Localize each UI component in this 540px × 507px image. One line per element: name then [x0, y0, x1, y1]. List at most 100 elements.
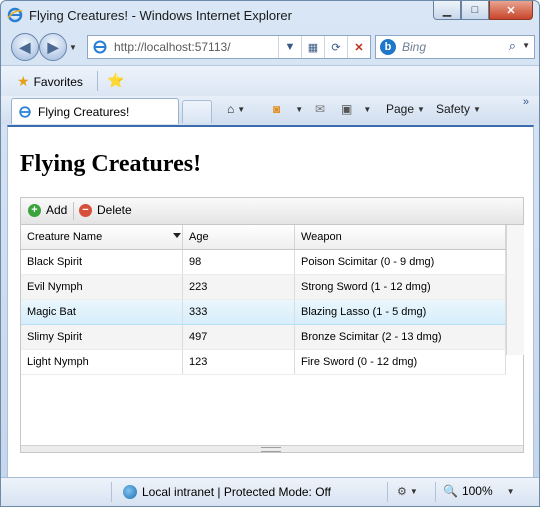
zoom-control[interactable]: 🔍 100% ▼ [443, 484, 515, 498]
status-separator [387, 482, 388, 502]
stop-icon[interactable]: ✕ [347, 36, 370, 58]
column-header-weapon[interactable]: Weapon [295, 225, 506, 249]
mail-icon: ✉ [315, 102, 326, 116]
table-row-selected[interactable]: Magic Bat 333 Blazing Lasso (1 - 5 dmg) [21, 300, 506, 325]
weapon-cell[interactable]: Blazing Lasso (1 - 5 dmg) [295, 300, 506, 324]
search-placeholder[interactable]: Bing [402, 40, 426, 54]
home-icon: ⌂ [227, 102, 235, 116]
search-icon[interactable]: ⌕ [509, 38, 516, 54]
status-separator [111, 482, 112, 502]
creature-name-cell[interactable]: Evil Nymph [21, 275, 183, 299]
forward-button[interactable]: ▶ [39, 33, 67, 61]
read-mail-button[interactable]: ✉ [315, 102, 325, 116]
creature-grid: + Add − Delete Creature Name Age Weapon … [20, 197, 524, 453]
local-intranet-icon [123, 485, 137, 499]
weapon-cell[interactable]: Strong Sword (1 - 12 dmg) [295, 275, 506, 299]
status-bar: Local intranet | Protected Mode: Off ⚙ ▼… [1, 477, 539, 506]
safety-dropdown-icon: ▼ [473, 104, 481, 114]
creature-name-cell[interactable]: Slimy Spirit [21, 325, 183, 349]
creature-name-cell[interactable]: Black Spirit [21, 250, 183, 274]
page-content: Flying Creatures! + Add − Delete Creatur… [7, 125, 534, 477]
security-zone[interactable]: Local intranet | Protected Mode: Off [123, 485, 331, 499]
print-dropdown-icon[interactable]: ▼ [363, 105, 371, 114]
table-row[interactable]: Black Spirit 98 Poison Scimitar (0 - 9 d… [21, 250, 506, 275]
table-row[interactable]: Light Nymph 123 Fire Sword (0 - 12 dmg) [21, 350, 506, 375]
grid-toolbar: + Add − Delete [21, 198, 523, 225]
tab-flying-creatures[interactable]: Flying Creatures! [11, 98, 179, 124]
add-ons-icon: ⚙ [397, 486, 407, 498]
print-icon: ▣ [341, 102, 353, 116]
new-tab-button[interactable] [182, 100, 212, 123]
zoom-level: 100% [461, 484, 493, 498]
tab-page-icon [19, 105, 31, 118]
weapon-cell[interactable]: Fire Sword (0 - 12 dmg) [295, 350, 506, 374]
page-menu-label: Page [386, 102, 415, 116]
compatibility-view-icon[interactable]: ▦ [301, 36, 324, 58]
favorites-button[interactable]: ★ Favorites [17, 73, 83, 90]
browser-window: Flying Creatures! - Windows Internet Exp… [0, 0, 540, 507]
creature-name-cell[interactable]: Light Nymph [21, 350, 183, 374]
title-bar: Flying Creatures! - Windows Internet Exp… [1, 1, 539, 29]
home-dropdown-icon[interactable]: ▼ [237, 105, 245, 114]
maximize-button[interactable]: □ [461, 1, 489, 20]
close-button[interactable]: ✕ [489, 1, 533, 20]
recent-pages-dropdown[interactable]: ▼ [69, 43, 77, 52]
add-to-favorites-bar-icon[interactable]: ⭐ [107, 72, 124, 89]
safety-menu-label: Safety [436, 102, 471, 116]
rss-feed-icon: ◙ [273, 102, 281, 116]
age-cell[interactable]: 497 [183, 325, 295, 349]
ie-logo-icon [7, 7, 23, 23]
column-header-age[interactable]: Age [183, 225, 295, 249]
age-cell[interactable]: 223 [183, 275, 295, 299]
age-cell[interactable]: 333 [183, 300, 295, 324]
minimize-button[interactable]: ▁ [433, 1, 461, 20]
search-box[interactable]: b Bing ⌕ ▼ [375, 35, 535, 59]
add-icon: + [28, 203, 41, 217]
navigation-bar: ◀ ▶ ▼ http://localhost:57113/ ▼ ▦ ⟳ ✕ b … [1, 31, 539, 63]
favorites-bar: ★ Favorites ⭐ [1, 65, 539, 96]
delete-button-label: Delete [97, 203, 132, 217]
address-text[interactable]: http://localhost:57113/ [114, 40, 231, 54]
zoom-dropdown-icon: ▼ [506, 486, 515, 496]
page-dropdown-icon: ▼ [417, 104, 425, 114]
column-header-creature-name[interactable]: Creature Name [21, 225, 183, 249]
print-button[interactable]: ▣ ▼ [341, 102, 371, 116]
search-options-dropdown[interactable]: ▼ [522, 41, 530, 50]
add-button[interactable]: + Add [28, 203, 67, 217]
feeds-button[interactable]: ◙ ▼ [273, 102, 303, 116]
refresh-icon[interactable]: ⟳ [324, 36, 347, 58]
resize-grip[interactable] [21, 445, 523, 452]
safety-menu[interactable]: Safety ▼ [436, 102, 481, 116]
address-tools: ▼ ▦ ⟳ ✕ [278, 36, 370, 58]
more-commands-chevron-icon[interactable]: » [523, 96, 529, 108]
add-ons-dropdown-icon: ▼ [409, 487, 418, 496]
age-cell[interactable]: 98 [183, 250, 295, 274]
add-ons-button[interactable]: ⚙ ▼ [397, 485, 418, 498]
window-title: Flying Creatures! - Windows Internet Exp… [29, 8, 292, 23]
favorites-label: Favorites [33, 74, 83, 89]
page-menu[interactable]: Page ▼ [386, 102, 425, 116]
security-zone-text: Local intranet | Protected Mode: Off [142, 485, 331, 499]
feeds-dropdown-icon[interactable]: ▼ [295, 105, 303, 114]
age-cell[interactable]: 123 [183, 350, 295, 374]
creature-name-cell[interactable]: Magic Bat [21, 300, 183, 324]
table-row[interactable]: Evil Nymph 223 Strong Sword (1 - 12 dmg) [21, 275, 506, 300]
command-bar: Flying Creatures! ⌂ ▼ ◙ ▼ ✉ ▣ ▼ Page ▼ S… [1, 96, 539, 124]
bing-logo-icon: b [380, 39, 396, 55]
weapon-cell[interactable]: Poison Scimitar (0 - 9 dmg) [295, 250, 506, 274]
status-separator [435, 482, 436, 502]
delete-button[interactable]: − Delete [79, 203, 132, 217]
grip-handle-icon[interactable] [261, 447, 281, 452]
grid-rows: Black Spirit 98 Poison Scimitar (0 - 9 d… [21, 250, 506, 375]
vertical-scrollbar[interactable] [506, 225, 524, 355]
address-bar[interactable]: http://localhost:57113/ ▼ ▦ ⟳ ✕ [87, 35, 371, 59]
zoom-icon: 🔍 [443, 484, 458, 498]
favorites-star-icon: ★ [17, 73, 30, 89]
address-dropdown-icon[interactable]: ▼ [278, 36, 301, 58]
back-button[interactable]: ◀ [11, 33, 39, 61]
weapon-cell[interactable]: Bronze Scimitar (2 - 13 dmg) [295, 325, 506, 349]
table-row[interactable]: Slimy Spirit 497 Bronze Scimitar (2 - 13… [21, 325, 506, 350]
sort-descending-icon[interactable] [173, 233, 181, 238]
grid-header: Creature Name Age Weapon [21, 225, 523, 250]
home-button[interactable]: ⌂ ▼ [227, 102, 245, 116]
